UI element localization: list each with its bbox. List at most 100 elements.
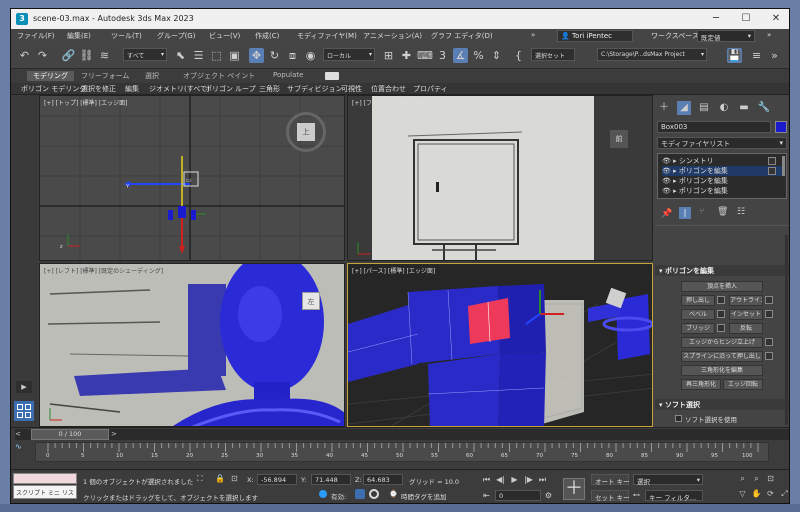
viewport-left[interactable]: [+] [レフト] [標準] [既定のシェーディング] 左	[39, 263, 345, 427]
curve-editor-icon[interactable]: ∿	[15, 442, 31, 462]
hierarchy-tab-icon[interactable]: ▤	[697, 101, 711, 115]
viewcube-top[interactable]: 上	[286, 112, 326, 152]
track-bar[interactable]: 0 5 10 15 20 25 30 35 40 45 50 55 60 65 …	[35, 442, 769, 462]
spinner-snap-icon[interactable]: ⇕	[489, 48, 504, 63]
menu-create[interactable]: 作成(C)	[255, 31, 279, 41]
absolute-mode-icon[interactable]: ⊡	[231, 474, 238, 483]
record-icon[interactable]	[369, 489, 379, 499]
turn-edge-button[interactable]: エッジ回転	[723, 379, 763, 390]
menu-edit[interactable]: 編集(E)	[67, 31, 91, 41]
bridge-button[interactable]: ブリッジ	[681, 323, 715, 334]
bridge-settings-button[interactable]	[717, 324, 725, 332]
configure-sets-icon[interactable]: ☷	[737, 207, 745, 217]
maxscript-listener-top[interactable]	[13, 473, 77, 484]
tab-populate[interactable]: Populate	[273, 71, 303, 79]
outline-settings-button[interactable]	[765, 296, 773, 304]
zoom-icon[interactable]: ⌕	[737, 473, 748, 484]
retriangulate-button[interactable]: 再三角形化	[681, 379, 721, 390]
move-icon[interactable]: ✥	[249, 48, 264, 63]
tab-object-paint[interactable]: オブジェクト ペイント	[183, 71, 255, 81]
insert-vertex-button[interactable]: 頂点を挿入	[681, 281, 763, 292]
toolbar-overflow-icon[interactable]: »	[767, 48, 782, 63]
make-unique-icon[interactable]: ⑂	[699, 207, 704, 217]
next-frame-icon[interactable]: |▶	[523, 474, 534, 485]
snaps-toggle-icon[interactable]: 3	[435, 48, 450, 63]
viewcube-top-face[interactable]: 上	[297, 123, 315, 141]
viewport-perspective[interactable]: [+] [パース] [標準] [エッジ面]	[347, 263, 653, 427]
enable-toggle[interactable]	[355, 489, 365, 499]
maximize-viewport-icon[interactable]: ⤢	[779, 488, 789, 499]
ribbon-properties[interactable]: プロパティ	[413, 84, 448, 94]
minimize-button[interactable]: ─	[701, 11, 731, 27]
eye-icon[interactable]: 👁	[662, 177, 671, 185]
edit-poly-rollout-header[interactable]: ▾ ポリゴンを編集	[655, 265, 789, 276]
display-tab-icon[interactable]: ▬	[737, 101, 751, 115]
stack-config-square[interactable]	[768, 167, 776, 175]
bevel-button[interactable]: ベベル	[681, 309, 715, 320]
project-path-dropdown[interactable]: C:\Storage\P...dsMax Project ▾	[597, 48, 707, 61]
prev-frame-icon[interactable]: ◀|	[495, 474, 506, 485]
go-to-start-icon[interactable]: ⏮	[481, 474, 492, 485]
ribbon-edit[interactable]: 編集	[125, 84, 139, 94]
time-tag-icon[interactable]: ⌚	[389, 490, 398, 498]
set-key-icon[interactable]: ＋	[563, 478, 585, 500]
selection-filter-dropdown[interactable]: すべて ▾	[123, 48, 167, 61]
y-coord-field[interactable]: 71.448	[311, 474, 351, 485]
field-of-view-icon[interactable]: ▽	[737, 488, 748, 499]
menu-tools[interactable]: ツール(T)	[111, 31, 142, 41]
viewcube-front[interactable]: 前	[610, 130, 628, 148]
show-end-result-icon[interactable]: |	[679, 207, 691, 219]
redo-icon[interactable]: ↷	[35, 48, 50, 63]
stack-item-symmetry[interactable]: 👁 ▸ シンメトリ	[662, 156, 784, 166]
edit-triangulation-button[interactable]: 三角形化を編集	[681, 365, 763, 376]
ribbon-options-icon[interactable]	[325, 72, 339, 80]
tab-selection[interactable]: 選択	[145, 71, 159, 81]
inset-settings-button[interactable]	[765, 310, 773, 318]
maxscript-listener-input[interactable]: スクリプト ミニ リス	[13, 485, 77, 499]
use-soft-selection-checkbox[interactable]	[675, 415, 682, 422]
ribbon-subdivision[interactable]: サブディビジョン	[287, 84, 343, 94]
zoom-extents-icon[interactable]: ⊡	[765, 473, 776, 484]
eye-icon[interactable]: 👁	[662, 157, 671, 165]
play-icon[interactable]: ▶	[509, 474, 520, 485]
window-crossing-icon[interactable]: ▣	[227, 48, 242, 63]
viewport-perspective-label[interactable]: [+] [パース] [標準] [エッジ面]	[352, 266, 435, 275]
menu-view[interactable]: ビュー(V)	[209, 31, 240, 41]
stack-item-edit-poly-2[interactable]: 👁 ▸ ポリゴンを編集	[662, 176, 784, 186]
panel-scrollbar-track[interactable]	[785, 235, 788, 425]
time-config-icon[interactable]: ⚙	[543, 490, 554, 501]
workspace-dropdown[interactable]: 既定値 ▾	[697, 30, 755, 42]
unlink-icon[interactable]: ⛓	[79, 48, 94, 63]
hinge-settings-button[interactable]	[765, 338, 773, 346]
motion-tab-icon[interactable]: ◐	[717, 101, 731, 115]
modifier-stack[interactable]: 👁 ▸ シンメトリ 👁 ▸ ポリゴンを編集 👁 ▸ ポリゴンを編集 👁 ▸ ポリ…	[657, 153, 787, 199]
select-object-icon[interactable]: ⬉	[173, 48, 188, 63]
pivot-center-icon[interactable]: ⊞	[381, 48, 396, 63]
close-button[interactable]: ✕	[761, 11, 789, 27]
tab-modeling[interactable]: モデリング	[27, 71, 74, 81]
pan-icon[interactable]: ✋	[751, 488, 762, 499]
ribbon-tris[interactable]: 三角形	[259, 84, 280, 94]
outline-button[interactable]: アウトライン	[729, 295, 763, 306]
scale-icon[interactable]: ⧈	[285, 48, 300, 63]
object-name-field[interactable]: Box003	[657, 121, 771, 133]
extrude-spline-settings-button[interactable]	[765, 352, 773, 360]
stack-scrollbar[interactable]	[782, 156, 785, 176]
time-slider-track[interactable]: < 0 / 100 >	[15, 429, 789, 440]
hinge-from-edge-button[interactable]: エッジからヒンジ立上げ	[681, 337, 763, 348]
stack-item-edit-poly-3[interactable]: 👁 ▸ ポリゴンを編集	[662, 186, 784, 196]
angle-snap-icon[interactable]: ∡	[453, 48, 468, 63]
ribbon-align[interactable]: 位置合わせ	[371, 84, 406, 94]
flip-button[interactable]: 反転	[729, 323, 763, 334]
select-manipulate-icon[interactable]: ✚	[399, 48, 414, 63]
menu-animation[interactable]: アニメーション(A)	[363, 31, 422, 41]
bevel-settings-button[interactable]	[717, 310, 725, 318]
eye-icon[interactable]: 👁	[662, 187, 671, 195]
place-icon[interactable]: ◉	[303, 48, 318, 63]
menu-overflow[interactable]: »	[531, 31, 535, 39]
isolate-selection-icon[interactable]: ⛶	[197, 474, 203, 484]
z-coord-field[interactable]: 64.683	[363, 474, 403, 485]
eye-icon[interactable]: 👁	[662, 167, 671, 175]
percent-snap-icon[interactable]: %	[471, 48, 486, 63]
menu-graph-editors[interactable]: グラフ エディタ(D)	[431, 31, 493, 41]
